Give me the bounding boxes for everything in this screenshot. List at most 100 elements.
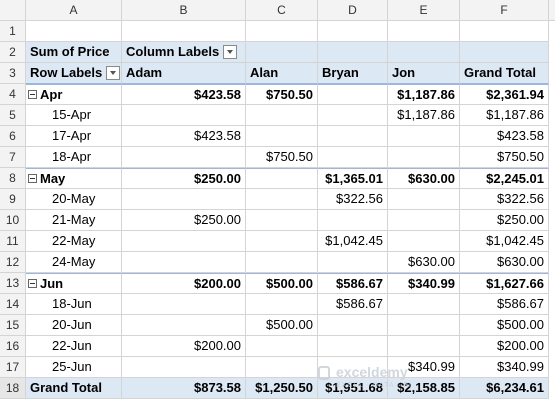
value-cell-c[interactable] bbox=[246, 189, 318, 210]
value-cell-d[interactable]: $586.67 bbox=[318, 273, 388, 294]
value-cell-f[interactable]: $1,627.66 bbox=[460, 273, 549, 294]
value-cell-d[interactable] bbox=[318, 336, 388, 357]
row-header[interactable]: 8 bbox=[0, 168, 26, 189]
pivot-group-label[interactable]: Jun bbox=[26, 273, 122, 294]
pivot-item-label[interactable]: 24-May bbox=[26, 252, 122, 273]
value-cell-e[interactable] bbox=[388, 315, 460, 336]
column-header-a[interactable]: A bbox=[26, 0, 122, 21]
row-header[interactable]: 5 bbox=[0, 105, 26, 126]
row-header[interactable]: 17 bbox=[0, 357, 26, 378]
collapse-group-icon[interactable] bbox=[28, 279, 37, 289]
column-header-e[interactable]: E bbox=[388, 0, 460, 21]
pivot-item-label[interactable]: 20-Jun bbox=[26, 315, 122, 336]
row-header[interactable]: 6 bbox=[0, 126, 26, 147]
value-cell-b[interactable] bbox=[122, 252, 246, 273]
value-cell-d[interactable] bbox=[318, 147, 388, 168]
value-cell-d[interactable]: $1,365.01 bbox=[318, 168, 388, 189]
row-header[interactable]: 13 bbox=[0, 273, 26, 294]
collapse-group-icon[interactable] bbox=[28, 174, 37, 184]
value-cell-d[interactable] bbox=[318, 84, 388, 105]
row-header[interactable]: 14 bbox=[0, 294, 26, 315]
value-cell-f[interactable]: $500.00 bbox=[460, 315, 549, 336]
value-cell-b[interactable] bbox=[122, 147, 246, 168]
value-cell-b[interactable] bbox=[122, 315, 246, 336]
value-cell-e[interactable] bbox=[388, 294, 460, 315]
column-labels-filter-dropdown-icon[interactable] bbox=[223, 44, 238, 59]
pivot-item-label[interactable]: 22-May bbox=[26, 231, 122, 252]
value-cell-c[interactable]: $750.50 bbox=[246, 147, 318, 168]
value-cell-f[interactable]: $630.00 bbox=[460, 252, 549, 273]
cell[interactable] bbox=[388, 21, 460, 42]
value-cell-d[interactable] bbox=[318, 315, 388, 336]
value-cell-c[interactable] bbox=[246, 126, 318, 147]
value-cell-e[interactable] bbox=[388, 210, 460, 231]
pivot-item-label[interactable]: 25-Jun bbox=[26, 357, 122, 378]
cell[interactable] bbox=[246, 21, 318, 42]
value-cell-e[interactable]: $340.99 bbox=[388, 273, 460, 294]
pivot-item-label[interactable]: 22-Jun bbox=[26, 336, 122, 357]
value-cell-b[interactable] bbox=[122, 357, 246, 378]
pivot-group-label[interactable]: Apr bbox=[26, 84, 122, 105]
pivot-item-label[interactable]: 15-Apr bbox=[26, 105, 122, 126]
row-header[interactable]: 15 bbox=[0, 315, 26, 336]
value-cell-d[interactable] bbox=[318, 126, 388, 147]
cell[interactable] bbox=[122, 21, 246, 42]
row-header[interactable]: 10 bbox=[0, 210, 26, 231]
value-cell-f[interactable]: $1,042.45 bbox=[460, 231, 549, 252]
pivot-item-label[interactable]: 18-Apr bbox=[26, 147, 122, 168]
value-cell-e[interactable] bbox=[388, 126, 460, 147]
row-header[interactable]: 9 bbox=[0, 189, 26, 210]
pivot-item-label[interactable]: 18-Jun bbox=[26, 294, 122, 315]
row-header[interactable]: 7 bbox=[0, 147, 26, 168]
value-cell-d[interactable]: $1,042.45 bbox=[318, 231, 388, 252]
value-cell-e[interactable]: $630.00 bbox=[388, 168, 460, 189]
value-cell-f[interactable]: $6,234.61 bbox=[460, 378, 549, 399]
value-cell-b[interactable]: $250.00 bbox=[122, 168, 246, 189]
value-cell-c[interactable] bbox=[246, 231, 318, 252]
value-cell-b[interactable]: $200.00 bbox=[122, 273, 246, 294]
pivot-item-label[interactable]: 17-Apr bbox=[26, 126, 122, 147]
value-cell-e[interactable]: $1,187.86 bbox=[388, 105, 460, 126]
pivot-group-label[interactable]: May bbox=[26, 168, 122, 189]
value-cell-f[interactable]: $2,245.01 bbox=[460, 168, 549, 189]
row-header[interactable]: 4 bbox=[0, 84, 26, 105]
value-cell-f[interactable]: $200.00 bbox=[460, 336, 549, 357]
value-cell-c[interactable] bbox=[246, 105, 318, 126]
value-cell-f[interactable]: $2,361.94 bbox=[460, 84, 549, 105]
value-cell-b[interactable]: $250.00 bbox=[122, 210, 246, 231]
cell[interactable] bbox=[318, 21, 388, 42]
value-cell-f[interactable]: $340.99 bbox=[460, 357, 549, 378]
row-header[interactable]: 18 bbox=[0, 378, 26, 399]
row-header[interactable]: 2 bbox=[0, 42, 26, 63]
value-cell-b[interactable]: $423.58 bbox=[122, 126, 246, 147]
value-cell-d[interactable]: $586.67 bbox=[318, 294, 388, 315]
value-cell-f[interactable]: $322.56 bbox=[460, 189, 549, 210]
column-header-d[interactable]: D bbox=[318, 0, 388, 21]
grand-total-label[interactable]: Grand Total bbox=[26, 378, 122, 399]
value-cell-e[interactable] bbox=[388, 231, 460, 252]
value-cell-e[interactable]: $630.00 bbox=[388, 252, 460, 273]
column-header-c[interactable]: C bbox=[246, 0, 318, 21]
value-cell-c[interactable]: $500.00 bbox=[246, 273, 318, 294]
value-cell-c[interactable] bbox=[246, 210, 318, 231]
value-cell-f[interactable]: $586.67 bbox=[460, 294, 549, 315]
pivot-item-label[interactable]: 20-May bbox=[26, 189, 122, 210]
value-cell-b[interactable] bbox=[122, 105, 246, 126]
collapse-group-icon[interactable] bbox=[28, 90, 37, 100]
column-header-b[interactable]: B bbox=[122, 0, 246, 21]
row-header[interactable]: 11 bbox=[0, 231, 26, 252]
row-header[interactable]: 1 bbox=[0, 21, 26, 42]
value-cell-d[interactable]: $322.56 bbox=[318, 189, 388, 210]
value-cell-b[interactable]: $200.00 bbox=[122, 336, 246, 357]
row-labels-filter-dropdown-icon[interactable] bbox=[106, 65, 121, 80]
row-header[interactable]: 12 bbox=[0, 252, 26, 273]
column-header-g[interactable] bbox=[549, 0, 555, 21]
value-cell-c[interactable] bbox=[246, 336, 318, 357]
value-cell-c[interactable] bbox=[246, 357, 318, 378]
value-cell-d[interactable] bbox=[318, 210, 388, 231]
value-cell-b[interactable] bbox=[122, 294, 246, 315]
value-cell-b[interactable]: $873.58 bbox=[122, 378, 246, 399]
value-cell-f[interactable]: $250.00 bbox=[460, 210, 549, 231]
cell[interactable] bbox=[26, 21, 122, 42]
column-header-f[interactable]: F bbox=[460, 0, 549, 21]
